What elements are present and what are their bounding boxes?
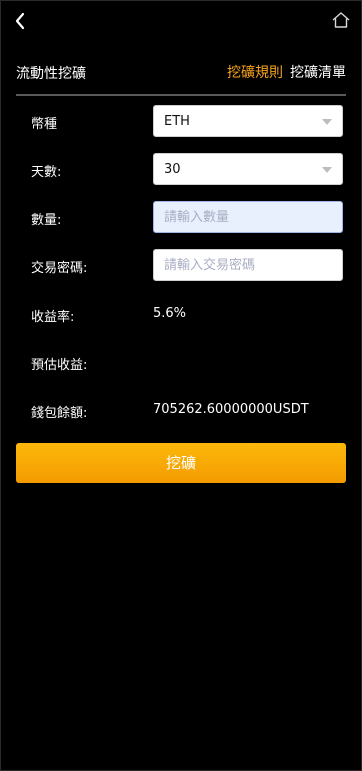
estimated-income-label: 預估收益:: [31, 358, 88, 373]
dropdown-caret-icon: [322, 167, 332, 173]
quantity-field-box: [153, 201, 343, 233]
mining-rules-link[interactable]: 挖礦規則: [227, 62, 283, 82]
days-select-value: 30: [164, 162, 181, 177]
wallet-balance-row: 錢包餘額: 705262.60000000USDT: [31, 394, 345, 428]
trade-password-field-box: [153, 249, 343, 281]
back-button[interactable]: [11, 9, 31, 33]
estimated-income-row: 預估收益:: [31, 346, 345, 380]
app-frame: 流動性挖礦 挖礦規則 挖礦清單 幣種 ETH 天數: 30 數量: 交易密碼: …: [0, 0, 362, 771]
days-label: 天數:: [31, 165, 62, 180]
home-outline-icon: [332, 12, 350, 28]
currency-label: 幣種: [31, 117, 58, 132]
yield-rate-value: 5.6%: [153, 306, 187, 321]
trade-password-input[interactable]: [154, 250, 342, 280]
quantity-row: 數量:: [31, 201, 345, 235]
currency-row: 幣種 ETH: [31, 105, 345, 139]
dropdown-caret-icon: [322, 119, 332, 125]
page-title: 流動性挖礦: [16, 66, 86, 82]
yield-rate-label: 收益率:: [31, 310, 75, 325]
quantity-input[interactable]: [154, 202, 342, 232]
wallet-balance-value: 705262.60000000USDT: [153, 402, 309, 417]
quantity-label: 數量:: [31, 213, 62, 228]
top-bar: [1, 1, 361, 41]
yield-rate-row: 收益率: 5.6%: [31, 298, 345, 332]
header-divider: [16, 94, 346, 96]
trade-password-row: 交易密碼:: [31, 249, 345, 283]
chevron-left-icon: [15, 12, 25, 30]
mining-list-link[interactable]: 挖礦清單: [290, 62, 346, 82]
home-button[interactable]: [331, 10, 351, 30]
mine-button[interactable]: 挖礦: [16, 443, 346, 483]
days-select[interactable]: 30: [153, 153, 343, 185]
wallet-balance-label: 錢包餘額:: [31, 406, 88, 421]
currency-select[interactable]: ETH: [153, 105, 343, 137]
currency-select-value: ETH: [164, 114, 190, 129]
days-row: 天數: 30: [31, 153, 345, 187]
sub-header: 流動性挖礦 挖礦規則 挖礦清單: [16, 59, 346, 87]
trade-password-label: 交易密碼:: [31, 261, 88, 276]
